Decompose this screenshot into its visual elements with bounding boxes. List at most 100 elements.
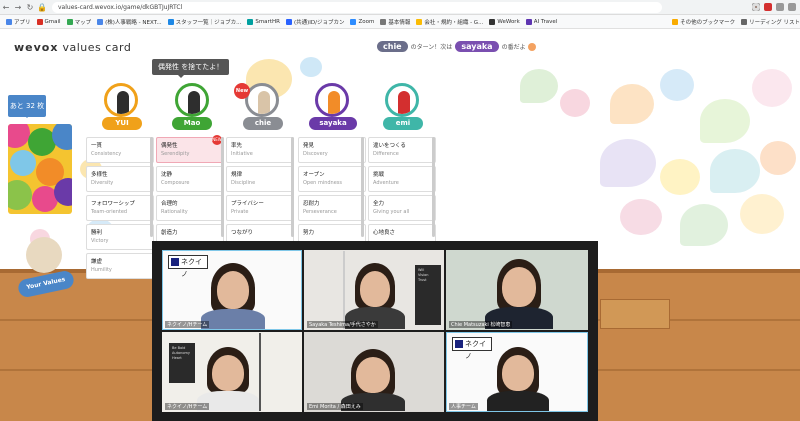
back-icon[interactable]: ←: [0, 3, 12, 12]
rack: [305, 251, 345, 329]
address-bar[interactable]: values-card.wevox.io/game/dkGBTJuJRTCl: [52, 1, 662, 13]
value-card[interactable]: プライバシー Private: [226, 195, 294, 221]
player-avatar-chie: [245, 83, 279, 117]
scrollbar[interactable]: [432, 137, 435, 237]
discard-tooltip: 偶発性 を捨てたよ！: [152, 59, 230, 78]
puzzle-icon[interactable]: [776, 3, 784, 11]
video-tile[interactable]: Will Vision Trust Sayaka Teshima/手代さやか: [304, 250, 444, 330]
decor-bubble: [620, 199, 662, 235]
value-card[interactable]: 勝利 Victory: [86, 224, 154, 250]
folder-icon: [672, 18, 679, 25]
browser-toolbar: ← → ↻ 🔒 values-card.wevox.io/game/dkGBTJ…: [0, 0, 800, 15]
current-player-pill: chie: [377, 41, 408, 52]
zoom-icon: [350, 18, 357, 25]
value-card[interactable]: 謙虚 Humility: [86, 253, 154, 279]
player-name-chie: chie: [243, 117, 283, 130]
reading-list[interactable]: リーディング リスト: [741, 18, 800, 26]
player-name-sayaka: sayaka: [309, 117, 357, 130]
bookmark-icon: [285, 18, 292, 25]
participant-name: Chie Matsuzaki 松崎智恵: [449, 321, 513, 328]
company-logo: ネクイノ: [452, 337, 492, 360]
reload-icon[interactable]: ↻: [24, 3, 36, 12]
player-avatar-emi: [385, 83, 419, 117]
decor-bubble: [752, 69, 792, 107]
decor-bubble: [710, 149, 760, 193]
bookmark-item[interactable]: 基本情報: [380, 18, 410, 26]
decor-bubble: [740, 194, 784, 234]
gmail-icon: [36, 18, 43, 25]
participant-name: Emi Morita / 森田えみ: [307, 403, 363, 410]
value-card[interactable]: 発見 Discovery: [298, 137, 366, 163]
value-card[interactable]: 挑戦 Adventure: [368, 166, 436, 192]
turn-text-end: の番だよ: [501, 44, 526, 51]
remaining-count: あと 32 枚: [8, 95, 46, 118]
mascot[interactable]: Your Values: [16, 237, 76, 311]
value-card[interactable]: 忍耐力 Perseverance: [298, 195, 366, 221]
lock-icon: 🔒: [37, 2, 47, 12]
participant-name: Sayaka Teshima/手代さやか: [307, 321, 378, 328]
participant-name: 人事チーム: [449, 403, 478, 410]
reading-list-icon: [741, 18, 748, 25]
card-column-chie: 率先 Initiative 規律 Discipline プライバシー Private …: [226, 137, 294, 253]
bookmark-item[interactable]: AI Travel: [525, 18, 557, 25]
bookmark-item[interactable]: (株)人事戦略 - NEXT...: [97, 18, 162, 26]
scrollbar[interactable]: [150, 137, 153, 237]
poster: Be Bold Autonomy Heart: [169, 343, 195, 383]
bookmark-icon: [380, 18, 387, 25]
value-card-selected[interactable]: 偶発性 Serendipity NEW: [156, 135, 224, 163]
value-card[interactable]: 多様性 Diversity: [86, 166, 154, 192]
value-card[interactable]: 全力 Giving your all: [368, 195, 436, 221]
video-tile[interactable]: Be Bold Autonomy Heart ネクイノ/Hチーム: [162, 332, 302, 412]
screen: ← → ↻ 🔒 values-card.wevox.io/game/dkGBTJ…: [0, 0, 800, 421]
scrollbar[interactable]: [291, 137, 294, 237]
bookmark-item[interactable]: マップ: [66, 18, 91, 26]
value-card[interactable]: 沈静 Composure: [156, 166, 224, 192]
bookmarks-bar: アプリ Gmail マップ (株)人事戦略 - NEXT... スタッフ一覧｜ジ…: [0, 15, 800, 29]
new-badge: New: [234, 83, 250, 99]
video-tile[interactable]: ネクイノ ネクイノ/Hチーム: [162, 250, 302, 330]
value-card[interactable]: 率先 Initiative: [226, 137, 294, 163]
scrollbar[interactable]: [361, 137, 364, 237]
player-name-yui: YUI: [102, 117, 142, 130]
scrollbar[interactable]: [221, 137, 224, 237]
bookmark-item[interactable]: スタッフ一覧｜ジョブカ...: [167, 18, 241, 26]
bookmark-item[interactable]: 会社・規約・組織 - G...: [416, 18, 483, 26]
bookmark-item[interactable]: アプリ: [6, 18, 31, 26]
player-name-mao: Mao: [172, 117, 212, 130]
bookmark-item[interactable]: WeWork: [489, 18, 520, 25]
bookmark-item[interactable]: Gmail: [36, 18, 61, 25]
bookmark-item[interactable]: (共通)ID/ジョブカン: [285, 18, 344, 26]
dog-mascot-icon: [26, 237, 62, 273]
bookmark-icon: [167, 18, 174, 25]
video-call-window: ネクイノ ネクイノ/Hチーム Will Vision Trust Sayaka Te…: [152, 241, 598, 421]
value-card[interactable]: 合理的 Rationality: [156, 195, 224, 221]
card-column-sayaka: 発見 Discovery オープン Open mindness 忍耐力 Perseve…: [298, 137, 366, 253]
value-card[interactable]: 規律 Discipline: [226, 166, 294, 192]
emoji-icon: [527, 42, 536, 51]
menu-icon[interactable]: [788, 3, 796, 11]
forward-icon[interactable]: →: [12, 3, 24, 12]
player-avatar-mao: [175, 83, 209, 117]
video-tile[interactable]: Chie Matsuzaki 松崎智恵: [446, 250, 588, 330]
bookmark-icon: [247, 18, 254, 25]
bookmark-item[interactable]: SmartHR: [247, 18, 280, 25]
company-logo: ネクイノ: [168, 255, 208, 278]
bookmark-folder[interactable]: その他のブックマーク: [672, 18, 735, 26]
extension-icon[interactable]: [764, 3, 772, 11]
value-card[interactable]: 一貫 Consistency: [86, 137, 154, 163]
bookmark-item[interactable]: Zoom: [350, 18, 374, 25]
video-tile[interactable]: ネクイノ 人事チーム: [446, 332, 588, 412]
poster: Will Vision Trust: [415, 265, 441, 325]
value-card[interactable]: 違いをつくる Difference: [368, 137, 436, 163]
bookmark-icon: [416, 18, 423, 25]
player-avatar-sayaka: [315, 83, 349, 117]
your-values-button[interactable]: Your Values: [16, 269, 76, 299]
card-deck[interactable]: [8, 124, 72, 214]
value-card[interactable]: オープン Open mindness: [298, 166, 366, 192]
next-player-pill: sayaka: [455, 41, 499, 52]
decor-bubble: [300, 57, 322, 77]
video-tile[interactable]: Emi Morita / 森田えみ: [304, 332, 444, 412]
profile-avatar[interactable]: [752, 3, 760, 11]
value-card[interactable]: フォロワーシップ Team-oriented: [86, 195, 154, 221]
card-column-mao: 偶発性 Serendipity NEW 沈静 Composure 合理的 Rationa…: [156, 135, 224, 253]
